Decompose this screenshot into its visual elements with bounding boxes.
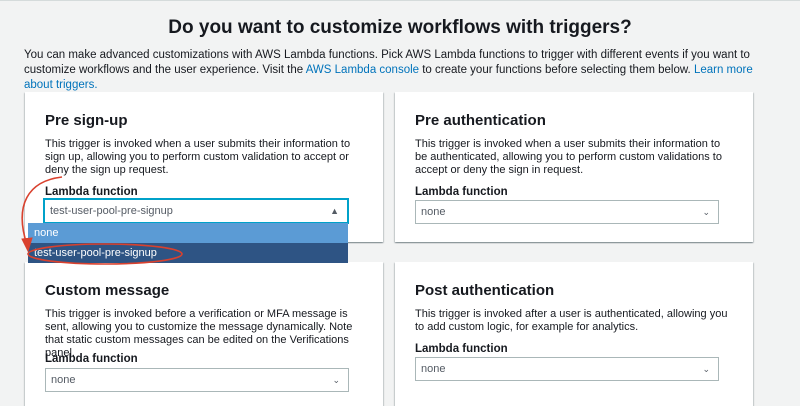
custom-message-selected-value: none — [51, 374, 76, 386]
chevron-up-icon: ▲ — [330, 206, 339, 216]
pre-auth-description: This trigger is invoked when a user subm… — [415, 138, 722, 176]
triggers-page: Do you want to customize workflows with … — [0, 0, 800, 406]
pre-signup-dropdown-list: none test-user-pool-pre-signup — [28, 223, 348, 263]
custom-message-card: Custom message This trigger is invoked b… — [25, 262, 383, 406]
pre-auth-card: Pre authentication This trigger is invok… — [395, 92, 753, 242]
pre-auth-lambda-select[interactable]: none ⌄ — [415, 200, 719, 224]
pre-signup-lambda-select[interactable]: test-user-pool-pre-signup ▲ — [44, 199, 348, 223]
custom-message-lambda-label: Lambda function — [45, 353, 138, 365]
post-auth-card: Post authentication This trigger is invo… — [395, 262, 753, 406]
post-auth-lambda-select[interactable]: none ⌄ — [415, 357, 719, 381]
custom-message-lambda-select[interactable]: none ⌄ — [45, 368, 349, 392]
page-title: Do you want to customize workflows with … — [168, 17, 632, 38]
chevron-down-icon: ⌄ — [332, 375, 340, 385]
chevron-down-icon: ⌄ — [702, 207, 710, 217]
pre-auth-lambda-label: Lambda function — [415, 186, 508, 198]
aws-lambda-console-link[interactable]: AWS Lambda console — [306, 64, 419, 76]
chevron-down-icon: ⌄ — [702, 364, 710, 374]
intro-text-middle: to create your functions before selectin… — [419, 64, 694, 76]
post-auth-title: Post authentication — [415, 282, 555, 299]
dropdown-option-test-user-pool-pre-signup[interactable]: test-user-pool-pre-signup — [28, 243, 348, 263]
post-auth-lambda-label: Lambda function — [415, 343, 508, 355]
intro-text: You can make advanced customizations wit… — [24, 48, 784, 93]
pre-auth-title: Pre authentication — [415, 112, 546, 129]
pre-auth-selected-value: none — [421, 206, 446, 218]
pre-signup-selected-value: test-user-pool-pre-signup — [50, 205, 173, 217]
post-auth-selected-value: none — [421, 363, 446, 375]
custom-message-title: Custom message — [45, 282, 170, 299]
top-divider — [0, 0, 800, 1]
pre-signup-description: This trigger is invoked when a user subm… — [45, 138, 351, 176]
dropdown-option-none[interactable]: none — [28, 223, 348, 243]
pre-signup-lambda-label: Lambda function — [45, 186, 138, 198]
post-auth-description: This trigger is invoked after a user is … — [415, 308, 728, 333]
pre-signup-title: Pre sign-up — [45, 112, 128, 129]
